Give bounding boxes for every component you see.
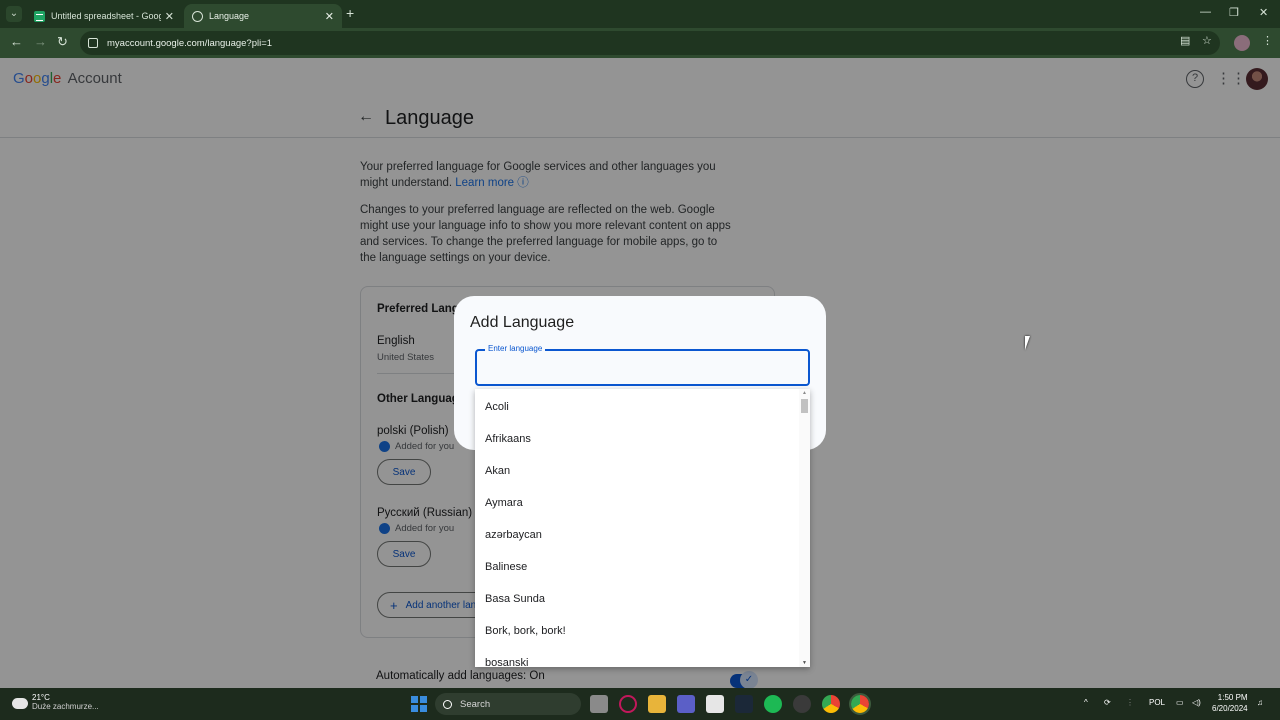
close-tab-icon[interactable]: ✕ — [165, 10, 174, 23]
taskbar-search[interactable]: Search — [435, 693, 581, 715]
window-close-icon[interactable]: ✕ — [1259, 6, 1268, 19]
language-option[interactable]: Akan — [485, 465, 510, 477]
forward-icon[interactable]: → — [34, 34, 47, 49]
dialog-title: Add Language — [470, 314, 575, 331]
field-label: Enter language — [485, 344, 546, 354]
tab-strip: ⌄ Untitled spreadsheet - Google S ✕ Lang… — [0, 0, 1280, 28]
input-language[interactable]: POL — [1149, 698, 1165, 707]
steam-icon[interactable] — [735, 695, 753, 713]
url-text: myaccount.google.com/language?pli=1 — [107, 37, 273, 49]
cloud-icon — [12, 698, 28, 709]
sheets-icon — [34, 10, 45, 22]
windows-start-icon[interactable] — [411, 696, 427, 712]
minimize-icon[interactable]: — — [1200, 6, 1211, 18]
language-search-field[interactable]: Enter language — [475, 344, 810, 386]
language-dropdown: Acoli Afrikaans Akan Aymara azərbaycan B… — [475, 389, 810, 667]
scroll-up-icon[interactable]: ▲ — [802, 390, 807, 396]
tab-search-button[interactable]: ⌄ — [6, 6, 22, 22]
clock[interactable]: 1:50 PM 6/20/2024 — [1212, 692, 1248, 714]
reload-icon[interactable]: ↻ — [57, 34, 68, 50]
spotify-icon[interactable] — [764, 695, 782, 713]
language-option[interactable]: Basa Sunda — [485, 593, 545, 605]
chrome-active-icon[interactable] — [849, 693, 871, 715]
language-option[interactable]: Bork, bork, bork! — [485, 625, 566, 637]
weather-text: Duże zachmurze... — [32, 702, 99, 711]
close-tab-icon[interactable]: ✕ — [325, 10, 334, 23]
scroll-thumb[interactable] — [801, 399, 808, 413]
volume-icon[interactable]: ◁) — [1192, 698, 1201, 707]
task-view-icon[interactable] — [590, 695, 608, 713]
language-option[interactable]: Balinese — [485, 561, 527, 573]
mouse-cursor — [1025, 336, 1035, 350]
sync-icon[interactable]: ⟳ — [1104, 698, 1111, 707]
globe-icon — [192, 10, 203, 22]
tab-language[interactable]: Language ✕ — [184, 4, 342, 28]
restore-icon[interactable]: ❐ — [1229, 6, 1239, 19]
temperature: 21°C — [32, 693, 50, 702]
app-icon[interactable] — [793, 695, 811, 713]
taskbar: 21°C Duże zachmurze... Search ^ ⟳ ⋮ POL … — [0, 688, 1280, 720]
language-option[interactable]: Aymara — [485, 497, 523, 509]
mic-icon[interactable]: ⋮ — [1126, 698, 1134, 707]
tab-title: Language — [209, 11, 250, 21]
search-icon — [443, 699, 452, 709]
scroll-down-icon[interactable]: ▼ — [802, 660, 807, 666]
weather-widget[interactable]: 21°C Duże zachmurze... — [12, 693, 99, 711]
new-tab-button[interactable]: + — [346, 5, 354, 21]
address-bar[interactable]: myaccount.google.com/language?pli=1 — [80, 31, 1220, 55]
menu-dots-icon[interactable]: ⋮ — [1262, 34, 1273, 47]
tab-spreadsheet[interactable]: Untitled spreadsheet - Google S ✕ — [26, 4, 182, 28]
network-icon[interactable]: ▭ — [1176, 698, 1184, 707]
chrome-icon[interactable] — [822, 695, 840, 713]
browser-toolbar: ← → ↻ myaccount.google.com/language?pli=… — [0, 28, 1280, 58]
dropdown-scrollbar[interactable]: ▲ ▼ — [799, 389, 810, 667]
file-explorer-icon[interactable] — [648, 695, 666, 713]
language-option[interactable]: Acoli — [485, 401, 509, 413]
teams-icon[interactable] — [677, 695, 695, 713]
back-icon[interactable]: ← — [10, 34, 23, 49]
language-input[interactable] — [485, 361, 795, 377]
store-icon[interactable] — [706, 695, 724, 713]
tab-title: Untitled spreadsheet - Google S — [51, 11, 161, 21]
bookmark-star-icon[interactable]: ☆ — [1202, 34, 1212, 47]
notification-bell-icon[interactable]: ♫ — [1257, 698, 1263, 707]
tray-overflow-icon[interactable]: ^ — [1084, 698, 1088, 707]
language-option[interactable]: bosanski — [485, 657, 528, 667]
browser-profile-avatar[interactable] — [1234, 35, 1250, 51]
translate-icon[interactable]: ▤ — [1180, 34, 1190, 47]
language-option[interactable]: azərbaycan — [485, 529, 542, 541]
site-info-icon[interactable] — [88, 38, 98, 48]
app-icon[interactable] — [619, 695, 637, 713]
language-option[interactable]: Afrikaans — [485, 433, 531, 445]
